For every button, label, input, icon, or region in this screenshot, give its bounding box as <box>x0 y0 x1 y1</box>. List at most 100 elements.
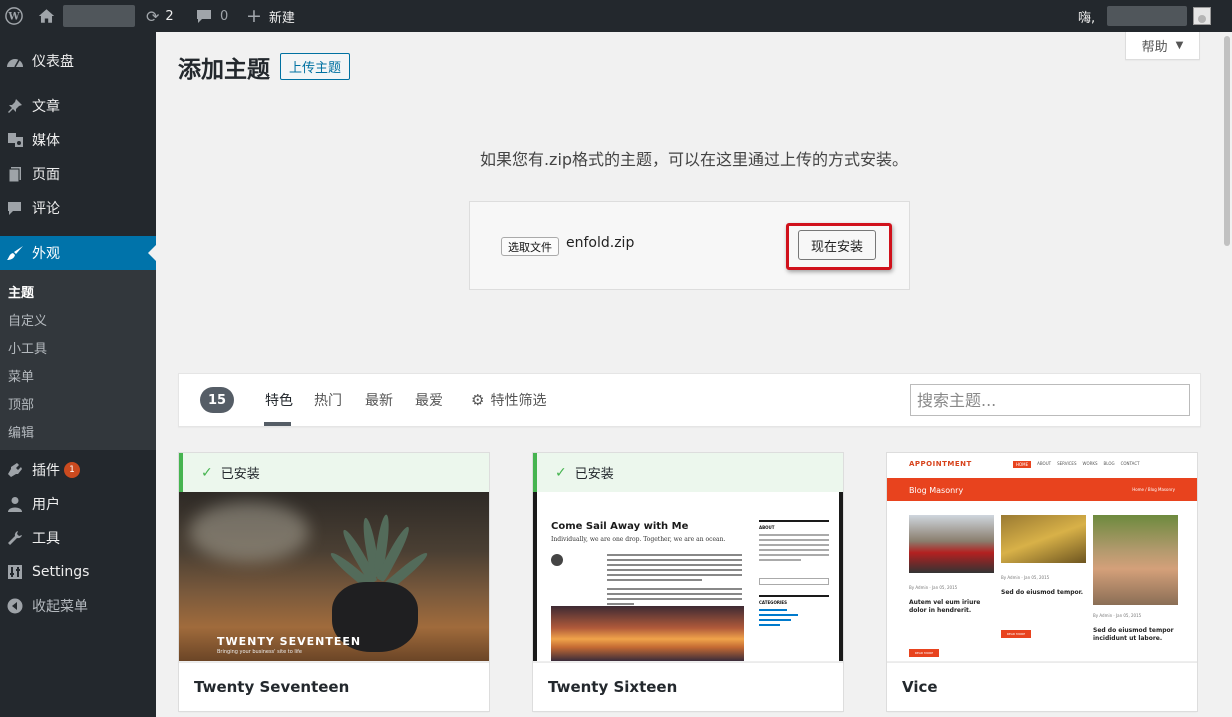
preview-post-title: Sed do eiusmod tempor. <box>1001 589 1083 596</box>
menu-label: 页面 <box>32 167 60 183</box>
theme-name: Twenty Sixteen <box>533 661 843 711</box>
comments-link[interactable]: 0 <box>196 0 228 32</box>
tab-favorites[interactable]: 最爱 <box>415 390 443 410</box>
twenty-sixteen-preview: Come Sail Away with Me Individually, we … <box>533 492 843 661</box>
theme-screenshot: ✓ 已安装 Come Sail Away with Me Individuall… <box>533 453 843 661</box>
theme-screenshot: ✓ 已安装 TWENTY SEVENTEEN Bringing your bus… <box>179 453 489 661</box>
menu-item-pages[interactable]: 页面 <box>0 157 156 191</box>
updates-link[interactable]: ⟳ 2 <box>146 0 174 32</box>
menu-label: 用户 <box>32 497 60 513</box>
feature-filter-button[interactable]: ⚙ 特性筛选 <box>471 390 546 410</box>
menu-item-users[interactable]: 用户 <box>0 487 156 521</box>
submenu-editor[interactable]: 编辑 <box>8 420 34 442</box>
dashboard-icon <box>5 54 25 68</box>
new-content-link[interactable]: + 新建 <box>246 0 295 32</box>
wordpress-logo-icon[interactable]: W <box>5 0 23 32</box>
tab-latest[interactable]: 最新 <box>365 390 393 410</box>
menu-item-dashboard[interactable]: 仪表盘 <box>0 44 156 78</box>
preview-post-title: Sed do eiusmod tempor incididunt ut labo… <box>1093 627 1174 642</box>
main-content: 帮助 ▼ 添加主题 上传主题 如果您有.zip格式的主题，可以在这里通过上传的方… <box>156 32 1232 717</box>
caret-down-icon: ▼ <box>1175 40 1184 51</box>
submenu-header[interactable]: 顶部 <box>8 392 34 414</box>
theme-screenshot: APPOINTMENT HOME ABOUT SERVICES WORKS BL… <box>887 453 1197 661</box>
new-label: 新建 <box>268 10 295 26</box>
preview-nav: HOME ABOUT SERVICES WORKS BLOG CONTACT <box>1013 461 1140 468</box>
preview-breadcrumb: Home / Blog Masonry <box>1132 487 1175 492</box>
installed-label: 已安装 <box>220 467 260 482</box>
updates-icon: ⟳ <box>146 6 160 26</box>
comment-icon <box>5 201 25 216</box>
submenu-menus[interactable]: 菜单 <box>8 364 34 386</box>
installed-notice: ✓ 已安装 <box>533 453 843 492</box>
updates-count: 2 <box>165 8 174 24</box>
menu-item-appearance[interactable]: 外观 <box>0 236 156 270</box>
submenu-customize[interactable]: 自定义 <box>8 308 47 330</box>
scrollbar-thumb[interactable] <box>1224 36 1230 246</box>
menu-item-posts[interactable]: 文章 <box>0 89 156 123</box>
submenu-widgets[interactable]: 小工具 <box>8 336 47 358</box>
admin-sidebar: 仪表盘 文章 媒体 页面 评论 外观 主题 自定义 小工具 菜单 顶部 编辑 插… <box>0 32 156 717</box>
menu-label: 工具 <box>32 531 60 547</box>
page-title: 添加主题 <box>178 57 270 83</box>
choose-file-button[interactable]: 选取文件 <box>501 237 559 256</box>
user-icon <box>5 496 25 512</box>
preview-post-subtitle: Individually, we are one drop. Together,… <box>551 536 726 543</box>
theme-count: 15 <box>200 387 234 413</box>
upload-help-text: 如果您有.zip格式的主题，可以在这里通过上传的方式安装。 <box>479 150 909 169</box>
theme-card-twenty-sixteen[interactable]: ✓ 已安装 Come Sail Away with Me Individuall… <box>532 452 844 712</box>
settings-icon <box>5 564 25 580</box>
home-icon[interactable] <box>38 0 55 32</box>
menu-label: 媒体 <box>32 133 60 149</box>
greeting: 嗨, <box>1078 10 1096 26</box>
feature-filter-label: 特性筛选 <box>490 393 547 409</box>
menu-label: Settings <box>32 564 90 580</box>
preview-categories-heading: CATEGORIES <box>759 595 829 605</box>
plugin-icon <box>5 462 25 478</box>
help-label: 帮助 <box>1141 40 1168 55</box>
upload-theme-button[interactable]: 上传主题 <box>280 53 351 80</box>
page-scrollbar[interactable] <box>1222 32 1232 717</box>
theme-search-input[interactable] <box>910 384 1190 416</box>
tab-popular[interactable]: 热门 <box>314 390 342 410</box>
preview-post-title: Come Sail Away with Me <box>551 521 689 532</box>
preview-tagline: Bringing your business' site to life <box>217 649 302 655</box>
selected-file-name: enfold.zip <box>566 235 635 251</box>
install-now-button[interactable]: 现在安装 <box>798 230 876 260</box>
my-account[interactable]: 嗨, <box>1078 0 1212 32</box>
comments-count: 0 <box>220 8 229 24</box>
preview-logo: APPOINTMENT <box>909 460 972 468</box>
brush-icon <box>5 245 25 261</box>
theme-name: Vice <box>887 661 1197 711</box>
installed-notice: ✓ 已安装 <box>179 453 489 492</box>
site-name[interactable] <box>63 0 135 32</box>
menu-item-collapse[interactable]: 收起菜单 <box>0 589 156 623</box>
page-icon <box>5 166 25 182</box>
svg-text:W: W <box>7 12 20 23</box>
avatar <box>1193 7 1212 25</box>
menu-item-plugins[interactable]: 插件 1 <box>0 453 156 487</box>
preview-title: TWENTY SEVENTEEN <box>217 635 362 648</box>
vice-preview: APPOINTMENT HOME ABOUT SERVICES WORKS BL… <box>887 453 1197 661</box>
plugin-update-badge: 1 <box>64 462 80 478</box>
menu-label: 评论 <box>32 201 60 217</box>
menu-item-settings[interactable]: Settings <box>0 555 156 589</box>
menu-item-tools[interactable]: 工具 <box>0 521 156 555</box>
collapse-icon <box>5 598 25 614</box>
preview-post-title: Autem vel eum iriure dolor in hendrerit. <box>909 599 981 614</box>
theme-card-vice[interactable]: APPOINTMENT HOME ABOUT SERVICES WORKS BL… <box>886 452 1198 712</box>
theme-card-twenty-seventeen[interactable]: ✓ 已安装 TWENTY SEVENTEEN Bringing your bus… <box>178 452 490 712</box>
help-tab-button[interactable]: 帮助 ▼ <box>1125 32 1200 60</box>
admin-bar: W ⟳ 2 0 + 新建 嗨, <box>0 0 1232 32</box>
menu-item-media[interactable]: 媒体 <box>0 123 156 157</box>
current-menu-arrow <box>148 245 156 261</box>
theme-name: Twenty Seventeen <box>179 661 489 711</box>
submenu-themes[interactable]: 主题 <box>8 280 34 302</box>
twenty-seventeen-preview: TWENTY SEVENTEEN Bringing your business'… <box>179 492 489 661</box>
pin-icon <box>5 98 25 114</box>
menu-label: 外观 <box>32 246 60 262</box>
menu-item-comments[interactable]: 评论 <box>0 191 156 225</box>
menu-label: 文章 <box>32 99 60 115</box>
user-name <box>1107 6 1188 26</box>
menu-label: 仪表盘 <box>32 54 74 70</box>
tab-featured[interactable]: 特色 <box>265 390 293 410</box>
